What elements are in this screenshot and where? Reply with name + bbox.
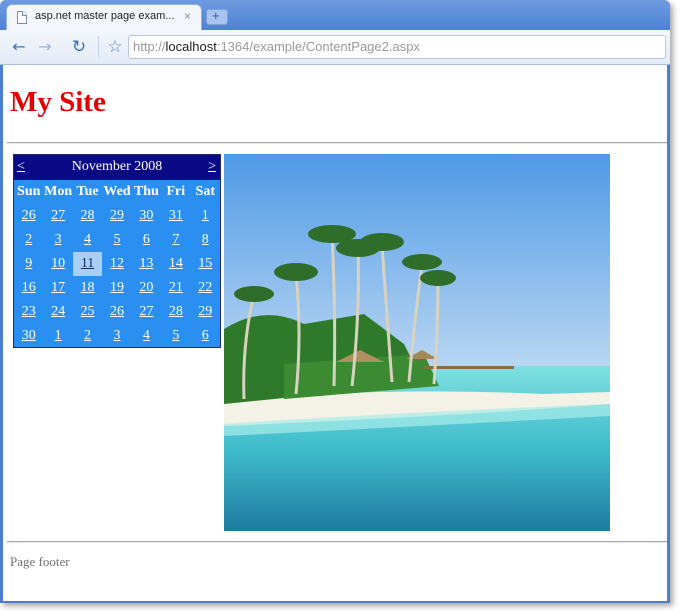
- plus-icon: +: [212, 8, 220, 23]
- calendar-day[interactable]: 27: [43, 204, 72, 228]
- calendar-week-row: 16 17 18 19 20 21 22: [14, 276, 220, 300]
- url-host: localhost: [165, 39, 217, 54]
- calendar-day[interactable]: 19: [102, 276, 131, 300]
- site-title: My Site: [10, 86, 106, 118]
- calendar-day[interactable]: 1: [191, 204, 220, 228]
- calendar-day[interactable]: 5: [161, 324, 190, 348]
- footer-divider: [7, 541, 667, 543]
- calendar-week-row: 26 27 28 29 30 31 1: [14, 204, 220, 228]
- new-tab-button[interactable]: +: [206, 8, 228, 25]
- weekday-label: Fri: [166, 184, 186, 199]
- calendar-week-row: 9 10 11 12 13 14 15: [14, 252, 220, 276]
- calendar-day[interactable]: 9: [14, 252, 43, 276]
- toolbar-divider: [98, 36, 99, 58]
- calendar-day[interactable]: 3: [102, 324, 131, 348]
- address-bar[interactable]: http://localhost:1364/example/ContentPag…: [128, 35, 666, 59]
- calendar-day[interactable]: 28: [73, 204, 102, 228]
- url-text: http://localhost:1364/example/ContentPag…: [133, 39, 420, 54]
- page-footer: Page footer: [10, 554, 70, 569]
- calendar-day[interactable]: 7: [161, 228, 190, 252]
- browser-toolbar: ← → ↻ ☆ http://localhost:1364/example/Co…: [0, 30, 670, 65]
- calendar-day[interactable]: 4: [132, 324, 161, 348]
- calendar-day[interactable]: 6: [132, 228, 161, 252]
- title-bar: asp.net master page exam... × +: [0, 0, 670, 30]
- tab-title: asp.net master page exam...: [35, 10, 175, 22]
- calendar-day[interactable]: 21: [161, 276, 190, 300]
- calendar-day[interactable]: 29: [102, 204, 131, 228]
- calendar-day[interactable]: 17: [43, 276, 72, 300]
- calendar-day[interactable]: 6: [191, 324, 220, 348]
- weekday-label: Mon: [44, 184, 73, 199]
- calendar-day[interactable]: 28: [161, 300, 190, 324]
- calendar-day[interactable]: 3: [43, 228, 72, 252]
- calendar-grid: Sun Mon Tue Wed Thu Fri Sat 26 27 28 29 …: [14, 180, 220, 348]
- calendar-day[interactable]: 30: [14, 324, 43, 348]
- calendar-day[interactable]: 2: [73, 324, 102, 348]
- arrow-right-icon: →: [38, 37, 52, 56]
- close-icon[interactable]: ×: [184, 9, 191, 23]
- calendar-day[interactable]: 13: [132, 252, 161, 276]
- calendar-week-row: 2 3 4 5 6 7 8: [14, 228, 220, 252]
- weekday-label: Wed: [103, 184, 131, 199]
- calendar-day[interactable]: 23: [14, 300, 43, 324]
- calendar-day[interactable]: 27: [132, 300, 161, 324]
- weekday-label: Sun: [17, 184, 41, 199]
- calendar-day[interactable]: 12: [102, 252, 131, 276]
- weekday-label: Thu: [133, 184, 159, 199]
- weekday-label: Tue: [76, 184, 99, 199]
- beach-photo: [224, 154, 610, 531]
- calendar-day[interactable]: 22: [191, 276, 220, 300]
- calendar-day-selected[interactable]: 11: [72, 252, 103, 276]
- calendar-header: < November 2008 >: [14, 155, 220, 180]
- browser-tab[interactable]: asp.net master page exam... ×: [6, 4, 202, 30]
- star-icon: ☆: [107, 37, 123, 57]
- calendar-day[interactable]: 10: [43, 252, 72, 276]
- calendar-week-row: 23 24 25 26 27 28 29: [14, 300, 220, 324]
- calendar-day[interactable]: 20: [132, 276, 161, 300]
- calendar-day[interactable]: 16: [14, 276, 43, 300]
- weekday-header-row: Sun Mon Tue Wed Thu Fri Sat: [14, 180, 220, 204]
- calendar-day[interactable]: 26: [14, 204, 43, 228]
- calendar-day[interactable]: 26: [102, 300, 131, 324]
- url-scheme: http://: [133, 39, 166, 54]
- calendar-day[interactable]: 25: [73, 300, 102, 324]
- back-button[interactable]: ←: [8, 36, 30, 58]
- calendar-day[interactable]: 1: [43, 324, 72, 348]
- calendar-day[interactable]: 31: [161, 204, 190, 228]
- calendar: < November 2008 > Sun Mon Tue Wed Thu Fr…: [13, 154, 221, 348]
- header-divider: [7, 142, 667, 144]
- calendar-day[interactable]: 15: [191, 252, 220, 276]
- weekday-label: Sat: [195, 184, 215, 199]
- forward-button[interactable]: →: [34, 36, 56, 58]
- calendar-day[interactable]: 18: [73, 276, 102, 300]
- calendar-week-row: 30 1 2 3 4 5 6: [14, 324, 220, 348]
- bookmark-button[interactable]: ☆: [104, 36, 126, 58]
- reload-icon: ↻: [71, 37, 87, 57]
- next-month-link[interactable]: >: [208, 159, 216, 175]
- reload-button[interactable]: ↻: [68, 36, 90, 58]
- calendar-day[interactable]: 30: [132, 204, 161, 228]
- arrow-left-icon: ←: [12, 37, 26, 56]
- calendar-day[interactable]: 8: [191, 228, 220, 252]
- calendar-day[interactable]: 24: [43, 300, 72, 324]
- calendar-day[interactable]: 2: [14, 228, 43, 252]
- calendar-day[interactable]: 5: [102, 228, 131, 252]
- url-path: :1364/example/ContentPage2.aspx: [216, 39, 420, 54]
- calendar-day[interactable]: 4: [73, 228, 102, 252]
- page-content: My Site < November 2008 > Sun Mon Tue We…: [3, 65, 667, 601]
- calendar-month-title: November 2008: [71, 159, 163, 174]
- calendar-day[interactable]: 29: [191, 300, 220, 324]
- page-icon: [17, 11, 27, 24]
- calendar-day[interactable]: 14: [161, 252, 190, 276]
